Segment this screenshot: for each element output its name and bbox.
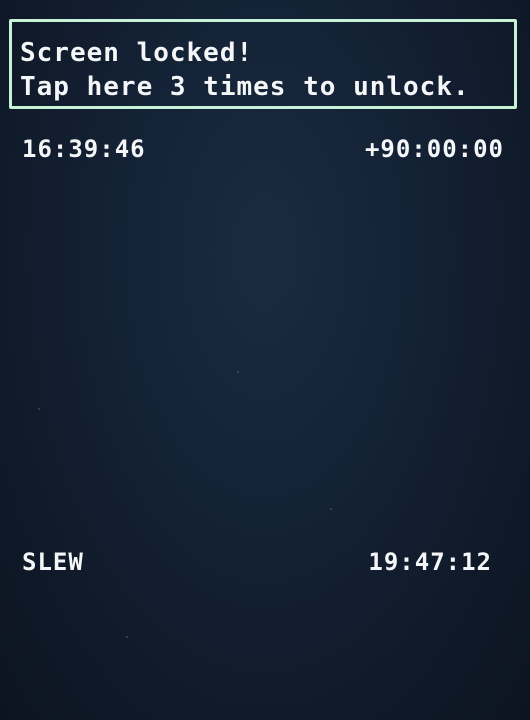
- current-time: 16:39:46: [22, 135, 146, 163]
- target-time: 19:47:12: [368, 548, 492, 576]
- lock-message: Screen locked!: [20, 38, 254, 68]
- mode-label: SLEW: [22, 548, 84, 576]
- unlock-tap-area[interactable]: Screen locked! Tap here 3 times to unloc…: [9, 19, 517, 109]
- screen-dust: [126, 636, 128, 638]
- time-offset: +90:00:00: [364, 135, 504, 163]
- unlock-instruction: Tap here 3 times to unlock.: [20, 72, 470, 102]
- device-screen: Screen locked! Tap here 3 times to unloc…: [0, 0, 530, 720]
- screen-dust: [237, 371, 239, 373]
- screen-dust: [330, 508, 332, 510]
- screen-dust: [38, 408, 40, 410]
